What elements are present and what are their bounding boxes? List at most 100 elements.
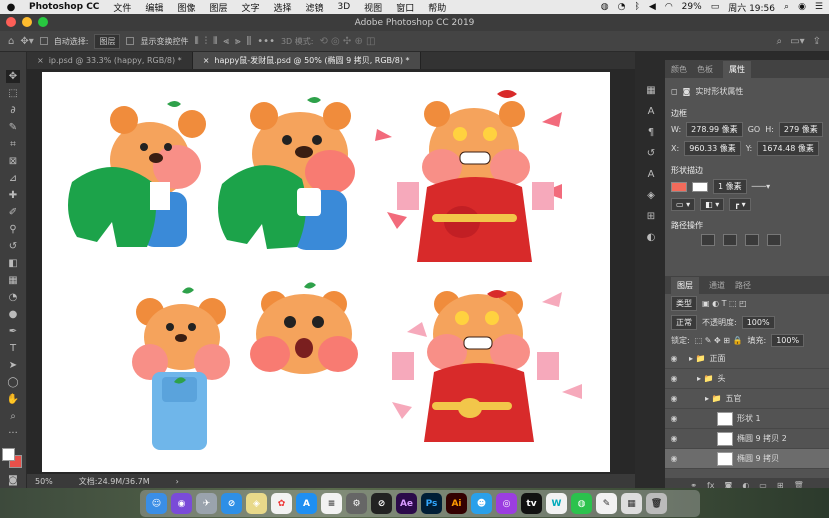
menubar-clock[interactable]: 周六 19:56 (728, 1, 775, 14)
wifi-icon[interactable]: ◠ (665, 2, 673, 12)
move-tool-icon[interactable]: ✥▾ (20, 36, 33, 47)
opacity-input[interactable]: 100% (741, 316, 775, 329)
combine-shapes-button[interactable] (701, 234, 715, 246)
search-icon[interactable]: ⌕ (777, 36, 783, 47)
apple-icon[interactable]: ● (0, 2, 22, 13)
brush-tool-icon[interactable]: ✐ (6, 206, 20, 219)
wechat-icon[interactable]: ◍ (571, 493, 592, 514)
link-proportions-button[interactable]: GO (748, 125, 761, 134)
align-center-icon[interactable]: ⫶ (205, 36, 208, 47)
lasso-tool-icon[interactable]: ∂ (6, 104, 20, 117)
distribute-icon[interactable]: ⫼ (247, 36, 252, 47)
notification-icon[interactable]: ☰ (815, 2, 823, 12)
more-tools-icon[interactable]: ··· (6, 427, 20, 440)
apple-tv-icon[interactable]: tv (521, 493, 542, 514)
glyphs-icon[interactable]: A (648, 169, 655, 180)
exclude-shapes-button[interactable] (767, 234, 781, 246)
auto-select-checkbox[interactable] (39, 37, 48, 45)
volume-icon[interactable]: ◀ (649, 2, 656, 12)
document-size[interactable]: 文档:24.9M/36.7M (79, 476, 150, 487)
menu-type[interactable]: 文字 (234, 1, 266, 14)
show-transform-checkbox[interactable] (126, 37, 135, 45)
eye-icon[interactable]: ◉ (665, 394, 683, 403)
width-input[interactable]: 278.99 像素 (686, 122, 743, 137)
menu-help[interactable]: 帮助 (421, 1, 453, 14)
tab-paths[interactable]: 路径 (735, 280, 751, 291)
path-select-tool-icon[interactable]: ➤ (6, 359, 20, 372)
podcasts-icon[interactable]: ◎ (496, 493, 517, 514)
feishu-icon[interactable]: W (546, 493, 567, 514)
app-store-icon[interactable]: A (296, 493, 317, 514)
battery-percent[interactable]: 29% (682, 2, 702, 12)
intersect-shapes-button[interactable] (745, 234, 759, 246)
swatches-icon[interactable]: ▦ (646, 85, 655, 96)
wechat-icon[interactable]: ◍ (601, 2, 609, 12)
frame-tool-icon[interactable]: ⊠ (6, 155, 20, 168)
shield-icon[interactable]: ⊘ (371, 493, 392, 514)
tab-properties[interactable]: 属性 (723, 60, 751, 78)
maps-icon[interactable]: ◈ (246, 493, 267, 514)
stroke-color-swatch[interactable] (692, 181, 708, 192)
stroke-corner-dropdown[interactable]: ┏ ▾ (729, 198, 751, 211)
foreground-color-swatch[interactable] (2, 448, 15, 461)
share-icon[interactable]: ⇪ (813, 36, 821, 47)
eyedropper-tool-icon[interactable]: ⊿ (6, 172, 20, 185)
menu-view[interactable]: 视图 (357, 1, 389, 14)
home-icon[interactable]: ⌂ (8, 36, 14, 47)
tab-channels[interactable]: 通道 (709, 280, 725, 291)
stroke-align-dropdown[interactable]: ▭ ▾ (671, 198, 696, 211)
align-left-icon[interactable]: ⫴ (194, 36, 198, 47)
photos-icon[interactable]: ✿ (271, 493, 292, 514)
tab-layers[interactable]: 图层 (671, 276, 699, 294)
siri-icon[interactable]: ◉ (171, 493, 192, 514)
layer-row-selected[interactable]: ◉ 椭圆 9 拷贝 (665, 449, 829, 469)
menu-layer[interactable]: 图层 (202, 1, 234, 14)
maximize-button[interactable] (38, 17, 48, 27)
layer-row[interactable]: ◉ 椭圆 9 拷贝 2 (665, 429, 829, 449)
tab-happy-rat[interactable]: × happy鼠-发财鼠.psd @ 50% (椭圆 9 拷贝, RGB/8) … (192, 52, 421, 69)
stamp-tool-icon[interactable]: ⚲ (6, 223, 20, 236)
marquee-tool-icon[interactable]: ⬚ (6, 87, 20, 100)
dodge-tool-icon[interactable]: ● (6, 308, 20, 321)
minimize-button[interactable] (22, 17, 32, 27)
eye-icon[interactable]: ◉ (665, 354, 683, 363)
subtract-shapes-button[interactable] (723, 234, 737, 246)
eraser-tool-icon[interactable]: ◧ (6, 257, 20, 270)
height-input[interactable]: 279 像素 (778, 122, 823, 137)
zoom-tool-icon[interactable]: ⌕ (6, 410, 20, 423)
fill-color-swatch[interactable] (671, 181, 687, 192)
menu-app-name[interactable]: Photoshop CC (22, 2, 106, 12)
quick-mask-icon[interactable]: ◙ (6, 474, 20, 487)
qq-icon[interactable]: ☻ (471, 493, 492, 514)
3d-rotate-icon[interactable]: ⟲ ◎ ✣ ⊕ ◫ (319, 36, 375, 47)
workspace-icon[interactable]: ▭▾ (790, 36, 804, 47)
bluetooth-icon[interactable]: ᛒ (634, 2, 639, 12)
close-button[interactable] (6, 17, 16, 27)
artboard[interactable] (42, 72, 610, 472)
safari-icon[interactable]: ⊘ (221, 493, 242, 514)
chevron-right-icon[interactable]: › (176, 477, 179, 486)
canvas-area[interactable] (27, 69, 635, 474)
character-icon[interactable]: A (648, 106, 655, 117)
preview-icon[interactable]: ▦ (621, 493, 642, 514)
trash-icon[interactable]: 🗑 (646, 493, 667, 514)
gradient-tool-icon[interactable]: ▦ (6, 274, 20, 287)
eye-icon[interactable]: ◉ (665, 374, 683, 383)
tab-ip-psd[interactable]: × ip.psd @ 33.3% (happy, RGB/8) * (27, 52, 193, 69)
navigator-icon[interactable]: ⊞ (647, 211, 655, 222)
close-icon[interactable]: × (203, 56, 210, 65)
pen-app-icon[interactable]: ✎ (596, 493, 617, 514)
menu-filter[interactable]: 滤镜 (299, 1, 331, 14)
tab-color[interactable]: 颜色 (671, 64, 687, 75)
adjustments-icon[interactable]: ◐ (647, 232, 656, 243)
blend-mode-dropdown[interactable]: 正常 (671, 315, 697, 330)
eye-icon[interactable]: ◉ (665, 434, 683, 443)
zoom-level[interactable]: 50% (35, 477, 53, 486)
layer-row[interactable]: ◉ ▸ 📁 正面 (665, 349, 829, 369)
pen-tool-icon[interactable]: ✒ (6, 325, 20, 338)
stroke-width-input[interactable]: 1 像素 (713, 179, 747, 194)
system-prefs-icon[interactable]: ⚙ (346, 493, 367, 514)
photoshop-icon[interactable]: Ps (421, 493, 442, 514)
eye-icon[interactable]: ◉ (665, 454, 683, 463)
notes-icon[interactable]: ≡ (321, 493, 342, 514)
